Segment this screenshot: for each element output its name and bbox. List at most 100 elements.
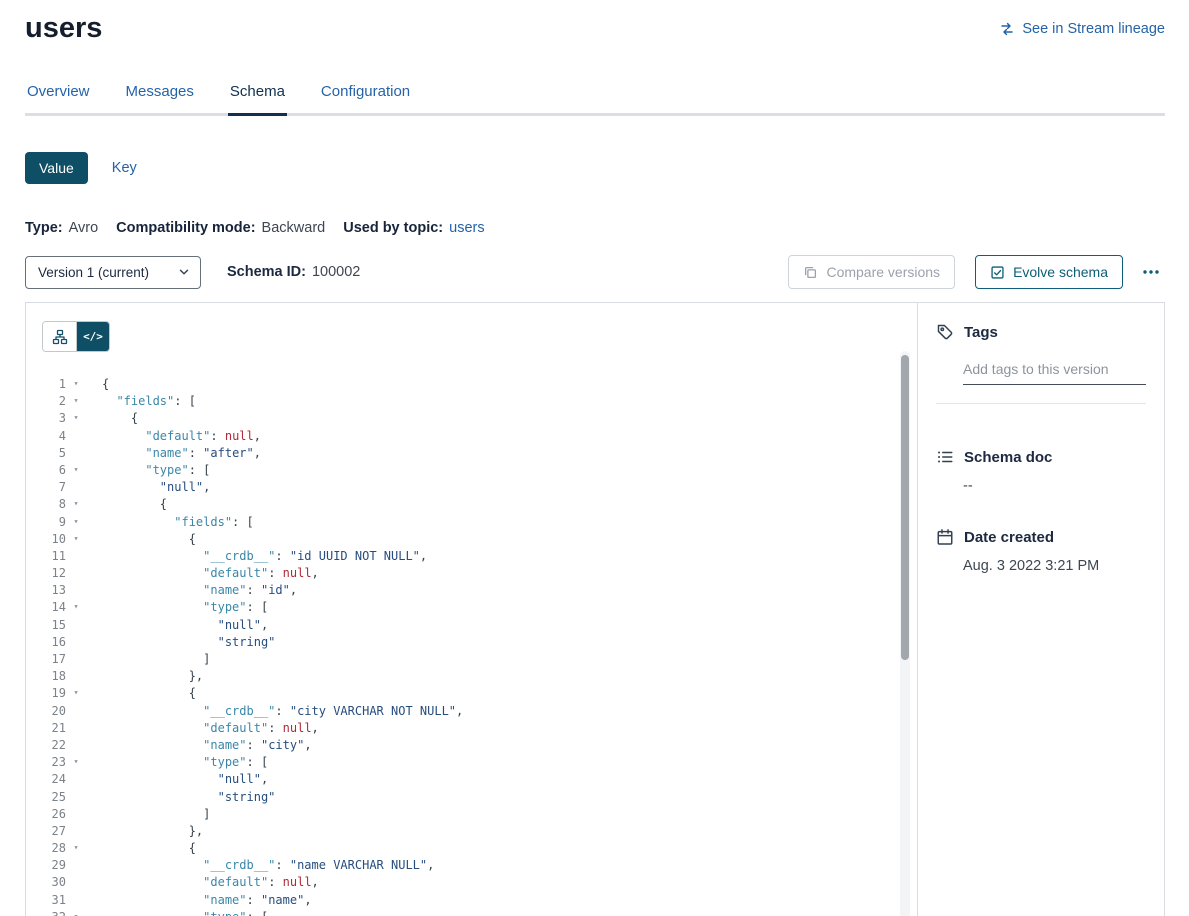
fold-toggle-icon[interactable]: ▾ [69, 410, 83, 427]
schema-panel: </> 1▾{2▾ "fields": [3▾ {4 "default": nu… [25, 302, 1165, 916]
list-icon [936, 448, 954, 466]
evolve-schema-button[interactable]: Evolve schema [975, 255, 1123, 289]
code-text: "type": [ [102, 462, 210, 479]
sidebar-divider [936, 403, 1146, 404]
fold-toggle-icon[interactable]: ▾ [69, 376, 83, 393]
scrollbar-thumb[interactable] [901, 355, 909, 660]
code-text: "type": [ [102, 909, 268, 916]
fold-spacer [69, 651, 83, 668]
fold-toggle-icon[interactable]: ▾ [69, 909, 83, 916]
code-line: 4 "default": null, [26, 428, 917, 445]
more-options-button[interactable] [1137, 260, 1165, 284]
code-text: "default": null, [102, 720, 319, 737]
fold-spacer [69, 857, 83, 874]
code-line: 10▾ { [26, 531, 917, 548]
calendar-icon [936, 528, 954, 546]
code-text: ] [102, 806, 210, 823]
fold-spacer [69, 668, 83, 685]
fold-spacer [69, 703, 83, 720]
line-number: 3 [26, 410, 66, 427]
tree-view-button[interactable] [43, 322, 76, 351]
line-number: 8 [26, 496, 66, 513]
tab-schema[interactable]: Schema [228, 83, 287, 116]
code-text: "fields": [ [102, 514, 254, 531]
compare-versions-button[interactable]: Compare versions [788, 255, 955, 289]
code-text: { [102, 685, 196, 702]
code-view-icon: </> [83, 330, 103, 343]
used-by-topic-label: Used by topic: [343, 220, 443, 236]
fold-toggle-icon[interactable]: ▾ [69, 514, 83, 531]
tab-messages[interactable]: Messages [124, 83, 196, 116]
evolve-schema-label: Evolve schema [1013, 264, 1108, 280]
fold-spacer [69, 789, 83, 806]
code-text: { [102, 496, 167, 513]
scrollbar-track[interactable] [900, 351, 910, 916]
stream-lineage-link[interactable]: See in Stream lineage [999, 21, 1165, 37]
code-line: 1▾{ [26, 376, 917, 393]
line-number: 17 [26, 651, 66, 668]
fold-toggle-icon[interactable]: ▾ [69, 393, 83, 410]
line-number: 2 [26, 393, 66, 410]
fold-toggle-icon[interactable]: ▾ [69, 531, 83, 548]
fold-spacer [69, 720, 83, 737]
date-created-value: Aug. 3 2022 3:21 PM [963, 558, 1146, 574]
date-created-header: Date created [936, 528, 1146, 546]
fold-spacer [69, 892, 83, 909]
code-text: "null", [102, 479, 210, 496]
code-line: 30 "default": null, [26, 874, 917, 891]
version-select-wrap: Version 1 (current) [25, 256, 201, 289]
schema-id-label: Schema ID: [227, 264, 306, 280]
code-line: 14▾ "type": [ [26, 599, 917, 616]
fold-toggle-icon[interactable]: ▾ [69, 462, 83, 479]
schema-sidebar: Tags Schema doc -- [917, 303, 1164, 916]
code-line: 11 "__crdb__": "id UUID NOT NULL", [26, 548, 917, 565]
code-line: 12 "default": null, [26, 565, 917, 582]
schema-doc-header: Schema doc [936, 448, 1146, 466]
line-number: 30 [26, 874, 66, 891]
schema-editor: </> 1▾{2▾ "fields": [3▾ {4 "default": nu… [26, 303, 917, 916]
line-number: 12 [26, 565, 66, 582]
code-line: 3▾ { [26, 410, 917, 427]
fold-toggle-icon[interactable]: ▾ [69, 599, 83, 616]
fold-spacer [69, 771, 83, 788]
code-line: 6▾ "type": [ [26, 462, 917, 479]
line-number: 23 [26, 754, 66, 771]
code-text: "default": null, [102, 428, 261, 445]
value-tab-button[interactable]: Value [25, 152, 88, 184]
fold-toggle-icon[interactable]: ▾ [69, 840, 83, 857]
code-line: 26 ] [26, 806, 917, 823]
code-text: "name": "id", [102, 582, 297, 599]
fold-toggle-icon[interactable]: ▾ [69, 754, 83, 771]
line-number: 19 [26, 685, 66, 702]
key-tab-link[interactable]: Key [112, 160, 137, 176]
line-number: 14 [26, 599, 66, 616]
line-number: 7 [26, 479, 66, 496]
code-lines: 1▾{2▾ "fields": [3▾ {4 "default": null,5… [26, 376, 917, 916]
line-number: 22 [26, 737, 66, 754]
compare-versions-label: Compare versions [826, 264, 940, 280]
topic-link[interactable]: users [449, 220, 484, 236]
value-key-toggle: Value Key [25, 152, 1164, 184]
code-text: "__crdb__": "name VARCHAR NULL", [102, 857, 434, 874]
code-line: 32▾ "type": [ [26, 909, 917, 916]
line-number: 16 [26, 634, 66, 651]
code-line: 18 }, [26, 668, 917, 685]
code-line: 16 "string" [26, 634, 917, 651]
line-number: 20 [26, 703, 66, 720]
code-line: 28▾ { [26, 840, 917, 857]
code-view-button[interactable]: </> [76, 322, 109, 351]
code-text: "type": [ [102, 599, 268, 616]
tab-configuration[interactable]: Configuration [319, 83, 412, 116]
stream-lineage-label: See in Stream lineage [1022, 21, 1165, 37]
schema-page: users See in Stream lineage Overview Mess… [0, 0, 1189, 916]
code-line: 15 "null", [26, 617, 917, 634]
fold-toggle-icon[interactable]: ▾ [69, 685, 83, 702]
code-line: 22 "name": "city", [26, 737, 917, 754]
add-tags-input[interactable] [963, 357, 1146, 385]
evolve-schema-icon [990, 265, 1005, 280]
fold-toggle-icon[interactable]: ▾ [69, 496, 83, 513]
ellipsis-icon [1141, 264, 1161, 280]
line-number: 11 [26, 548, 66, 565]
tab-overview[interactable]: Overview [25, 83, 92, 116]
version-select[interactable]: Version 1 (current) [25, 256, 201, 289]
